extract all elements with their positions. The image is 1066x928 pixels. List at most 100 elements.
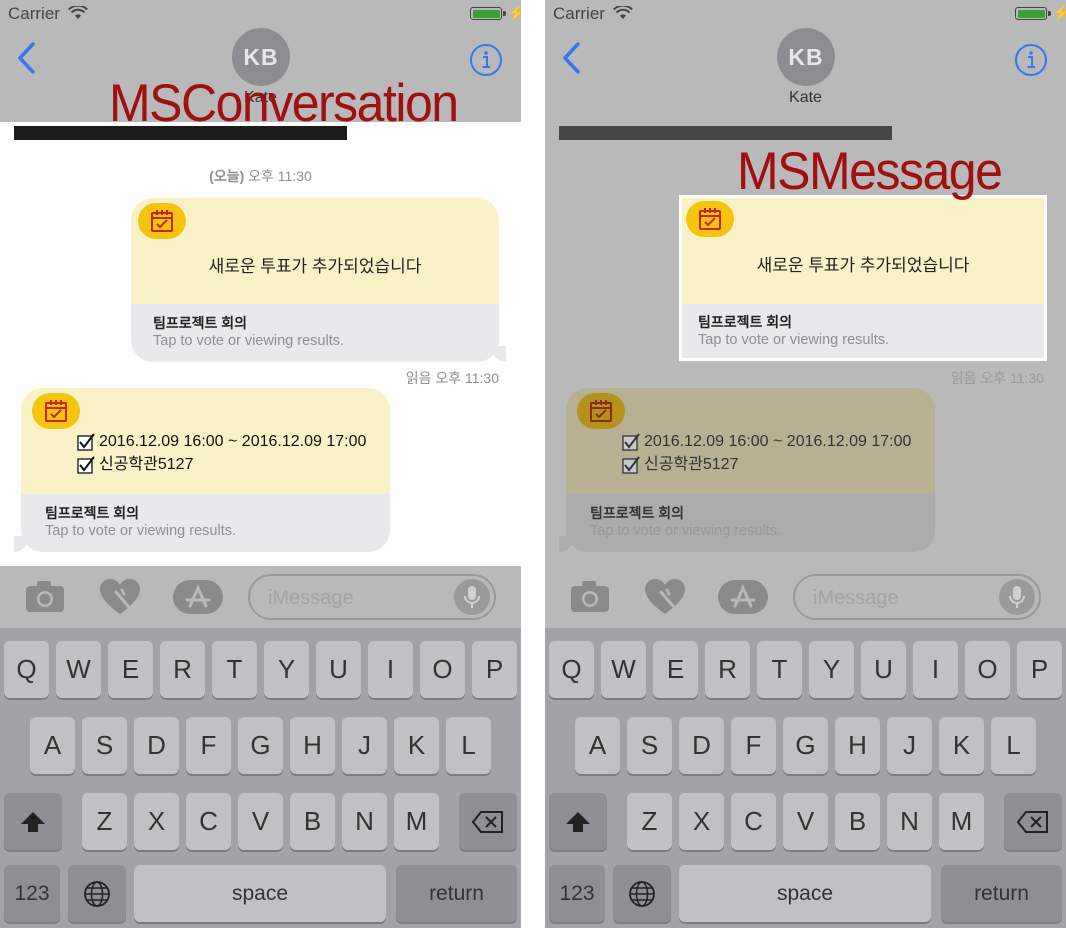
carrier-label: Carrier [553,4,605,23]
key-i[interactable]: I [368,641,413,698]
incoming-message-bubble[interactable]: 2016.12.09 16:00 ~ 2016.12.09 17:00 신공학관… [559,388,935,552]
wifi-icon [613,4,633,25]
vote-choice[interactable]: 신공학관5127 [622,453,911,476]
checkbox-icon [622,455,640,474]
key-l[interactable]: L [991,717,1036,774]
incoming-message-bubble[interactable]: 2016.12.09 16:00 ~ 2016.12.09 17:00 신공학관… [14,388,390,552]
checkbox-icon [622,432,640,451]
key-g[interactable]: G [783,717,828,774]
key-p[interactable]: P [472,641,517,698]
key-j[interactable]: J [887,717,932,774]
key-e[interactable]: E [108,641,153,698]
vote-choice[interactable]: 2016.12.09 16:00 ~ 2016.12.09 17:00 [622,430,911,453]
key-q[interactable]: Q [4,641,49,698]
key-m[interactable]: M [939,793,984,850]
message-subcaption: Tap to vote or viewing results. [153,333,345,349]
digital-touch-icon[interactable] [98,578,142,621]
key-d[interactable]: D [679,717,724,774]
return-key[interactable]: return [396,865,517,922]
key-s[interactable]: S [627,717,672,774]
info-icon[interactable] [469,43,503,82]
shift-key[interactable] [549,793,607,850]
key-x[interactable]: X [679,793,724,850]
key-m[interactable]: M [394,793,439,850]
key-u[interactable]: U [316,641,361,698]
key-u[interactable]: U [861,641,906,698]
message-subcaption: Tap to vote or viewing results. [698,332,890,348]
imessage-field[interactable]: iMessage [248,574,496,620]
checkbox-icon [77,432,95,451]
key-c[interactable]: C [186,793,231,850]
digital-touch-icon[interactable] [643,578,687,621]
key-f[interactable]: F [186,717,231,774]
key-e[interactable]: E [653,641,698,698]
shift-key[interactable] [4,793,62,850]
space-key[interactable]: space [134,865,386,922]
key-n[interactable]: N [887,793,932,850]
delete-key[interactable] [1004,793,1062,850]
microphone-icon[interactable] [454,579,490,615]
key-p[interactable]: P [1017,641,1062,698]
key-s[interactable]: S [82,717,127,774]
key-i[interactable]: I [913,641,958,698]
key-g[interactable]: G [238,717,283,774]
key-v[interactable]: V [783,793,828,850]
numbers-key[interactable]: 123 [4,865,60,922]
key-a[interactable]: A [575,717,620,774]
camera-icon[interactable] [24,578,66,619]
app-store-icon[interactable] [173,580,223,619]
back-chevron-icon[interactable] [559,40,583,81]
camera-icon[interactable] [569,578,611,619]
message-text: 새로운 투표가 추가되었습니다 [756,256,970,275]
key-o[interactable]: O [965,641,1010,698]
key-h[interactable]: H [835,717,880,774]
contact-name[interactable]: Kate [545,89,1066,107]
read-receipt: 읽음 오후 11:30 [405,370,499,386]
key-z[interactable]: Z [627,793,672,850]
key-l[interactable]: L [446,717,491,774]
key-w[interactable]: W [601,641,646,698]
key-c[interactable]: C [731,793,776,850]
key-x[interactable]: X [134,793,179,850]
key-z[interactable]: Z [82,793,127,850]
key-y[interactable]: Y [809,641,854,698]
carrier-label: Carrier [8,4,60,23]
key-d[interactable]: D [134,717,179,774]
delete-key[interactable] [459,793,517,850]
imessage-field[interactable]: iMessage [793,574,1041,620]
back-chevron-icon[interactable] [14,40,38,81]
key-h[interactable]: H [290,717,335,774]
vote-choice[interactable]: 2016.12.09 16:00 ~ 2016.12.09 17:00 [77,430,366,453]
key-k[interactable]: K [394,717,439,774]
key-b[interactable]: B [835,793,880,850]
key-y[interactable]: Y [264,641,309,698]
contact-avatar[interactable]: KB [777,28,835,86]
key-t[interactable]: T [757,641,802,698]
app-store-icon[interactable] [718,580,768,619]
highlighted-message-bubble[interactable]: 새로운 투표가 추가되었습니다 팀프로젝트 회의 Tap to vote or … [679,195,1047,361]
globe-key[interactable] [68,865,126,922]
key-r[interactable]: R [705,641,750,698]
key-q[interactable]: Q [549,641,594,698]
shift-icon [21,811,45,832]
vote-choice[interactable]: 신공학관5127 [77,453,366,476]
globe-icon [629,880,655,907]
microphone-icon[interactable] [999,579,1035,615]
return-key[interactable]: return [941,865,1062,922]
key-j[interactable]: J [342,717,387,774]
outgoing-message-bubble[interactable]: 새로운 투표가 추가되었습니다 팀프로젝트 회의 Tap to vote or … [131,198,506,362]
key-n[interactable]: N [342,793,387,850]
key-b[interactable]: B [290,793,335,850]
key-t[interactable]: T [212,641,257,698]
key-k[interactable]: K [939,717,984,774]
numbers-key[interactable]: 123 [549,865,605,922]
space-key[interactable]: space [679,865,931,922]
info-icon[interactable] [1014,43,1048,82]
key-f[interactable]: F [731,717,776,774]
key-r[interactable]: R [160,641,205,698]
globe-key[interactable] [613,865,671,922]
key-v[interactable]: V [238,793,283,850]
key-w[interactable]: W [56,641,101,698]
key-a[interactable]: A [30,717,75,774]
key-o[interactable]: O [420,641,465,698]
